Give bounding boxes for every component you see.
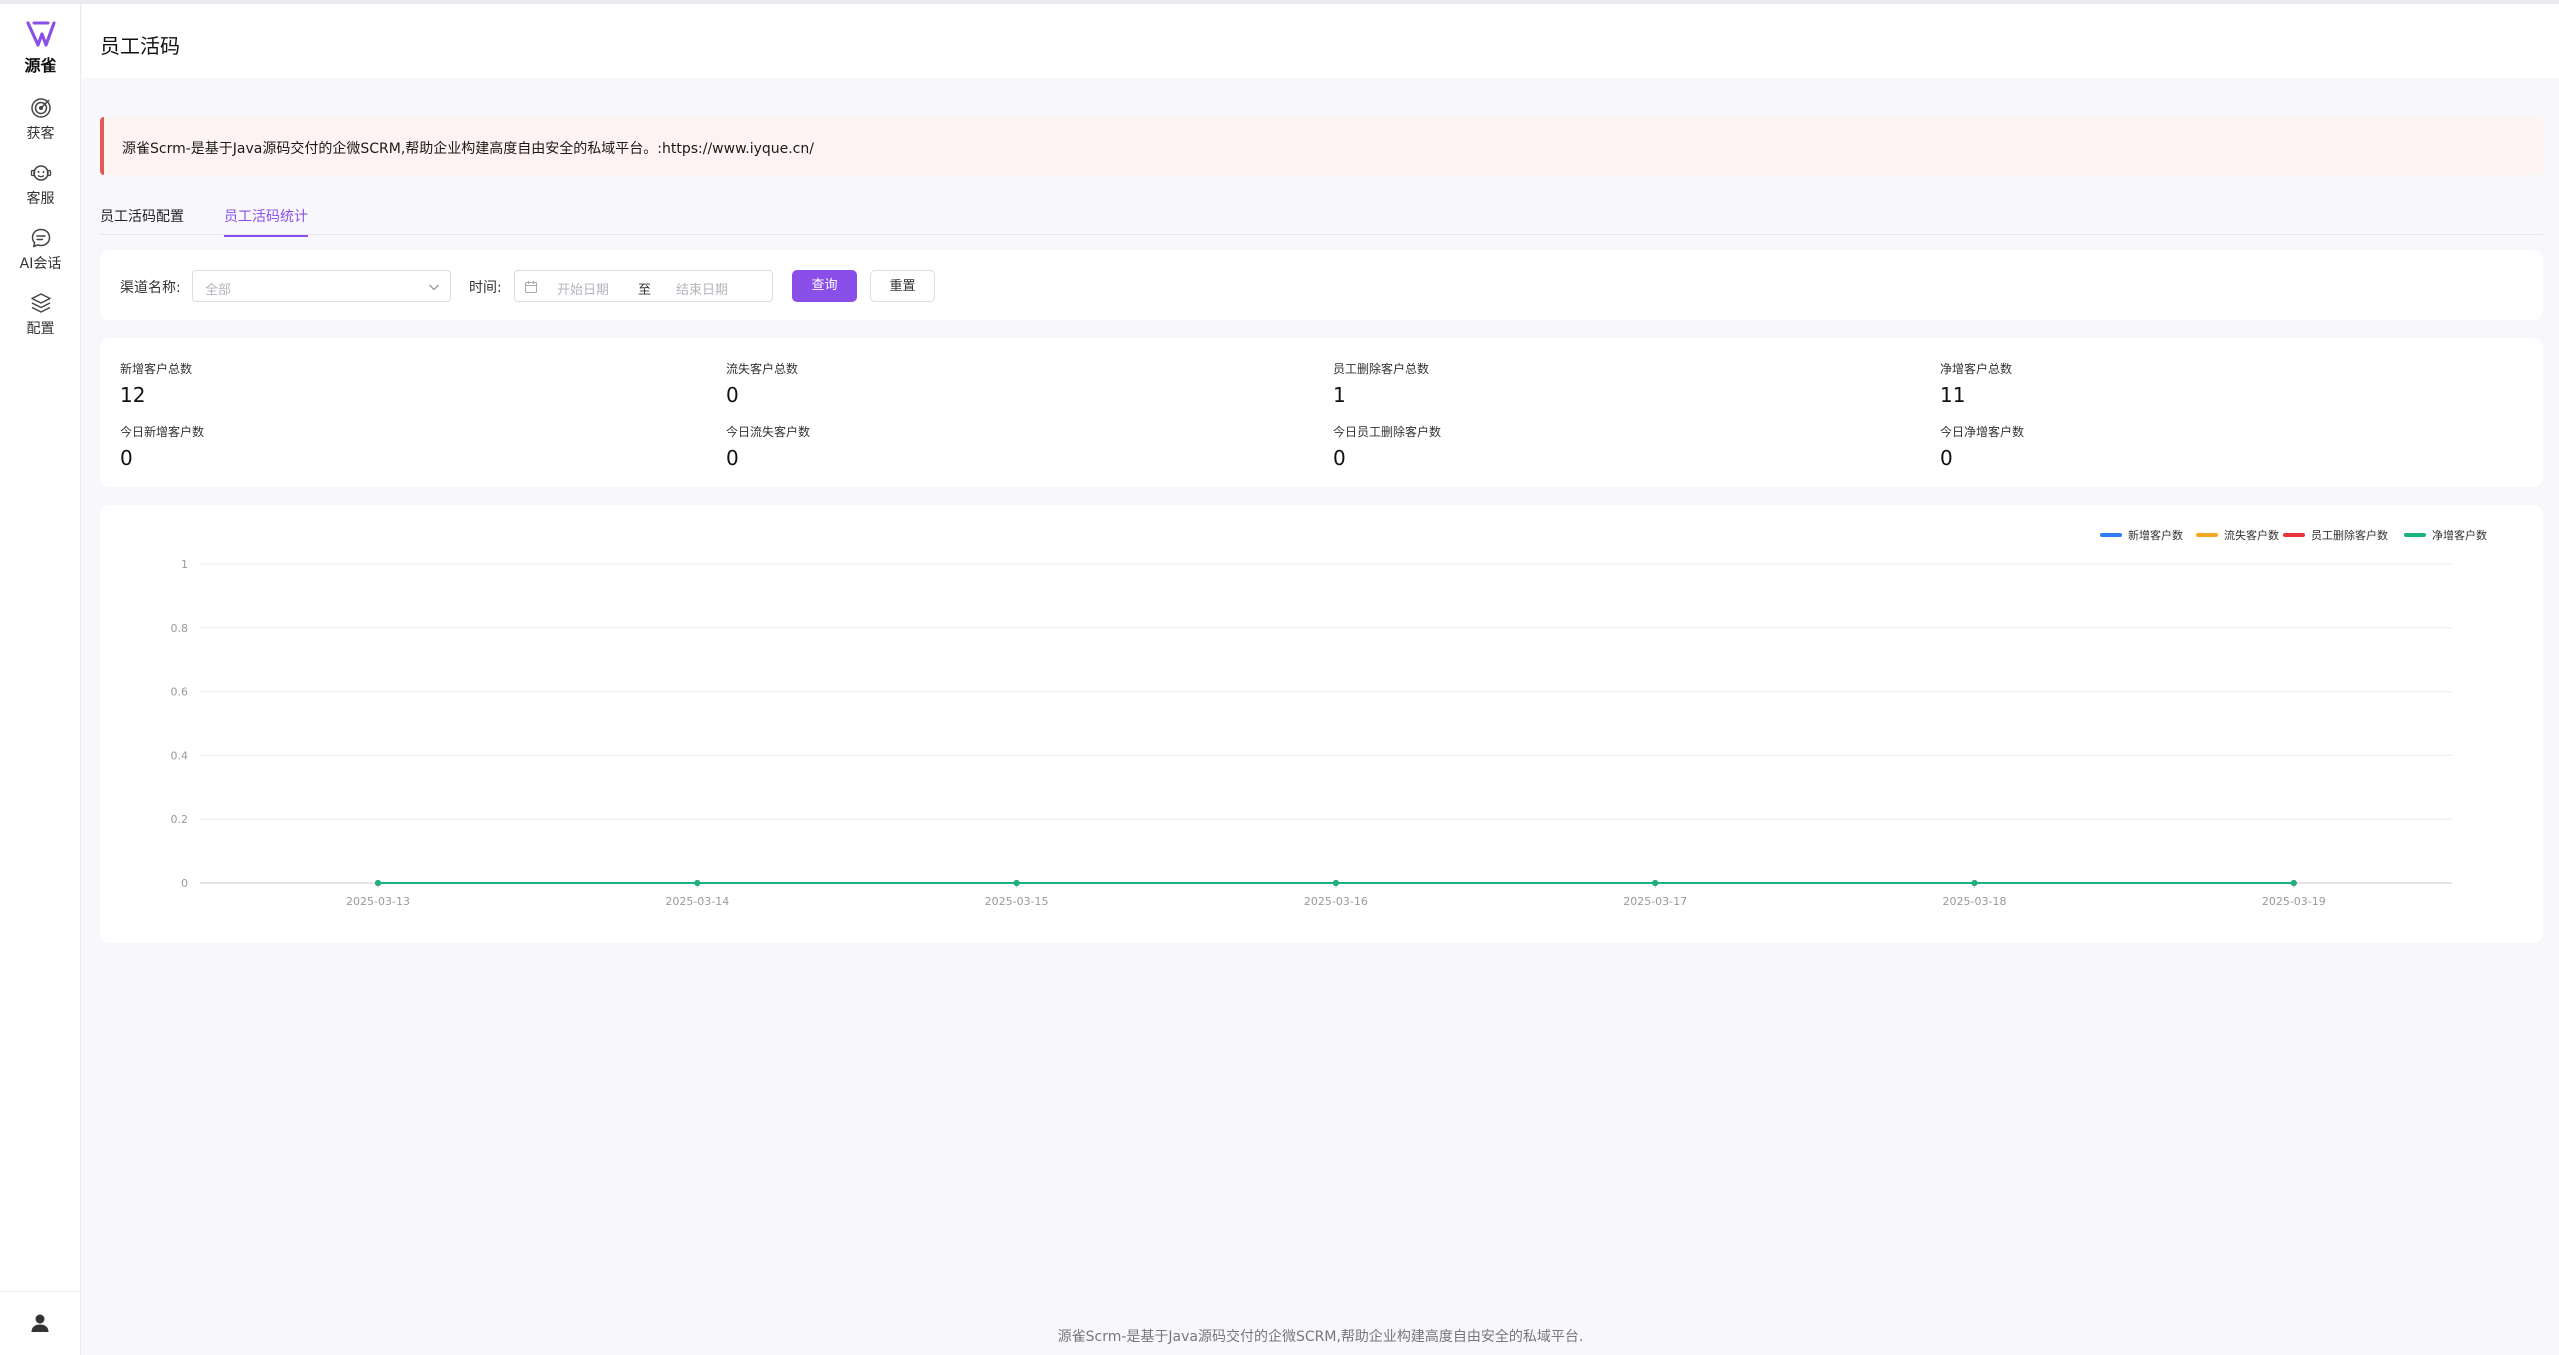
x-tick-label: 2025-03-17 bbox=[1623, 895, 1687, 908]
x-tick-label: 2025-03-16 bbox=[1304, 895, 1368, 908]
x-tick-label: 2025-03-14 bbox=[665, 895, 729, 908]
filter-bar: 渠道名称: 全部 时间: 开始日期 至 结束日期 查询 重置 bbox=[100, 250, 2543, 320]
x-tick-label: 2025-03-15 bbox=[985, 895, 1049, 908]
stat-total-lost: 流失客户总数 0 bbox=[726, 360, 1126, 407]
customer-service-icon bbox=[30, 165, 51, 181]
stat-value: 0 bbox=[726, 383, 739, 407]
stat-total-new: 新增客户总数 12 bbox=[120, 360, 520, 407]
data-point bbox=[694, 880, 701, 886]
x-tick-label: 2025-03-18 bbox=[1943, 895, 2007, 908]
logo-text: 源雀 bbox=[24, 56, 57, 75]
reset-button[interactable]: 重置 bbox=[870, 270, 935, 302]
stat-value: 0 bbox=[1333, 446, 1346, 470]
date-range-picker[interactable]: 开始日期 至 结束日期 bbox=[514, 270, 773, 302]
data-point bbox=[1652, 880, 1659, 886]
sidebar-item-label: 客服 bbox=[26, 191, 55, 207]
data-point bbox=[375, 880, 381, 886]
legend-label: 净增客户数 bbox=[2432, 528, 2487, 542]
stat-value: 11 bbox=[1940, 383, 1966, 407]
channel-label: 渠道名称: bbox=[120, 280, 181, 296]
date-separator: 至 bbox=[638, 283, 652, 298]
stat-value: 0 bbox=[120, 446, 133, 470]
y-tick-label: 1 bbox=[181, 558, 188, 571]
chart-card: 0 0.2 0.4 0.6 0.8 1 2025-03-13 2025-03-14 2025-0… bbox=[100, 505, 2543, 943]
stat-value: 12 bbox=[120, 383, 146, 407]
sidebar-item-label: 配置 bbox=[26, 321, 55, 337]
start-date-input[interactable]: 开始日期 bbox=[557, 279, 609, 298]
stat-label: 今日净增客户数 bbox=[1940, 425, 2025, 439]
channel-select[interactable]: 全部 bbox=[192, 270, 451, 302]
end-date-input[interactable]: 结束日期 bbox=[676, 279, 728, 298]
tab-qrcode-stats[interactable]: 员工活码统计 bbox=[224, 206, 308, 237]
user-menu[interactable] bbox=[0, 1291, 81, 1355]
legend-swatch bbox=[2196, 533, 2218, 537]
stat-label: 今日员工删除客户数 bbox=[1333, 425, 1442, 439]
data-point bbox=[2290, 880, 2297, 886]
y-tick-label: 0.2 bbox=[171, 813, 189, 826]
time-label: 时间: bbox=[469, 280, 502, 296]
sidebar-item-service[interactable]: 客服 bbox=[0, 161, 81, 208]
legend-label: 员工删除客户数 bbox=[2311, 528, 2388, 542]
stat-value: 0 bbox=[1940, 446, 1953, 470]
stat-label: 流失客户总数 bbox=[726, 362, 799, 376]
layers-icon bbox=[30, 293, 51, 313]
tab-qrcode-config[interactable]: 员工活码配置 bbox=[100, 206, 184, 235]
channel-select-value: 全部 bbox=[205, 283, 232, 298]
legend-label: 新增客户数 bbox=[2128, 528, 2183, 542]
data-point bbox=[1332, 880, 1339, 886]
y-tick-label: 0.4 bbox=[171, 749, 189, 762]
page-header: 员工活码 bbox=[82, 4, 2559, 78]
y-tick-label: 0 bbox=[181, 877, 188, 890]
calendar-icon bbox=[524, 281, 538, 294]
data-point bbox=[1971, 880, 1978, 886]
stat-total-deleted: 员工删除客户总数 1 bbox=[1333, 360, 1733, 407]
legend-label: 流失客户数 bbox=[2224, 528, 2279, 542]
alert-text: 源雀Scrm-是基于Java源码交付的企微SCRM,帮助企业构建高度自由安全的私… bbox=[122, 141, 814, 157]
stat-value: 0 bbox=[726, 446, 739, 470]
data-point bbox=[1013, 880, 1020, 886]
footer-text: 源雀Scrm-是基于Java源码交付的企微SCRM,帮助企业构建高度自由安全的私… bbox=[1057, 1329, 1584, 1345]
query-button[interactable]: 查询 bbox=[792, 270, 857, 302]
stat-label: 新增客户总数 bbox=[120, 362, 193, 376]
stat-total-net: 净增客户总数 11 bbox=[1940, 360, 2340, 407]
x-tick-label: 2025-03-19 bbox=[2262, 895, 2326, 908]
sidebar-item-ai-chat[interactable]: AI会话 bbox=[0, 226, 81, 273]
target-icon bbox=[30, 98, 51, 118]
sidebar: 源雀 获客 客服 AI会话 配置 bbox=[0, 4, 81, 1355]
chat-icon bbox=[31, 228, 50, 248]
stat-label: 净增客户总数 bbox=[1940, 362, 2013, 376]
page-title: 员工活码 bbox=[100, 34, 180, 58]
logo-icon bbox=[25, 21, 56, 47]
stats-card: 新增客户总数 12 流失客户总数 0 员工删除客户总数 1 净增客户总数 11 … bbox=[100, 338, 2543, 487]
x-tick-label: 2025-03-13 bbox=[346, 895, 410, 908]
stat-value: 1 bbox=[1333, 383, 1346, 407]
stat-label: 今日流失客户数 bbox=[726, 425, 811, 439]
stat-today-lost: 今日流失客户数 0 bbox=[726, 423, 1126, 470]
sidebar-item-acquire[interactable]: 获客 bbox=[0, 96, 81, 143]
stat-today-net: 今日净增客户数 0 bbox=[1940, 423, 2340, 470]
sidebar-item-config[interactable]: 配置 bbox=[0, 291, 81, 338]
stat-label: 员工删除客户总数 bbox=[1333, 362, 1430, 376]
sidebar-item-label: AI会话 bbox=[19, 256, 62, 272]
y-tick-label: 0.8 bbox=[171, 622, 189, 635]
y-tick-label: 0.6 bbox=[171, 686, 189, 699]
info-alert: 源雀Scrm-是基于Java源码交付的企微SCRM,帮助企业构建高度自由安全的私… bbox=[100, 117, 2543, 175]
logo[interactable]: 源雀 bbox=[0, 20, 81, 76]
sidebar-item-label: 获客 bbox=[26, 126, 55, 142]
stat-label: 今日新增客户数 bbox=[120, 425, 205, 439]
legend-swatch bbox=[2100, 533, 2122, 537]
legend-swatch bbox=[2404, 533, 2426, 537]
stat-today-deleted: 今日员工删除客户数 0 bbox=[1333, 423, 1733, 470]
stat-today-new: 今日新增客户数 0 bbox=[120, 423, 520, 470]
tab-bar: 员工活码配置 员工活码统计 bbox=[100, 200, 2543, 237]
legend-swatch bbox=[2283, 533, 2305, 537]
chevron-down-icon bbox=[429, 284, 439, 291]
user-icon bbox=[31, 1314, 49, 1332]
line-chart: 0 0.2 0.4 0.6 0.8 1 2025-03-13 2025-03-14 2025-0… bbox=[171, 528, 2488, 908]
